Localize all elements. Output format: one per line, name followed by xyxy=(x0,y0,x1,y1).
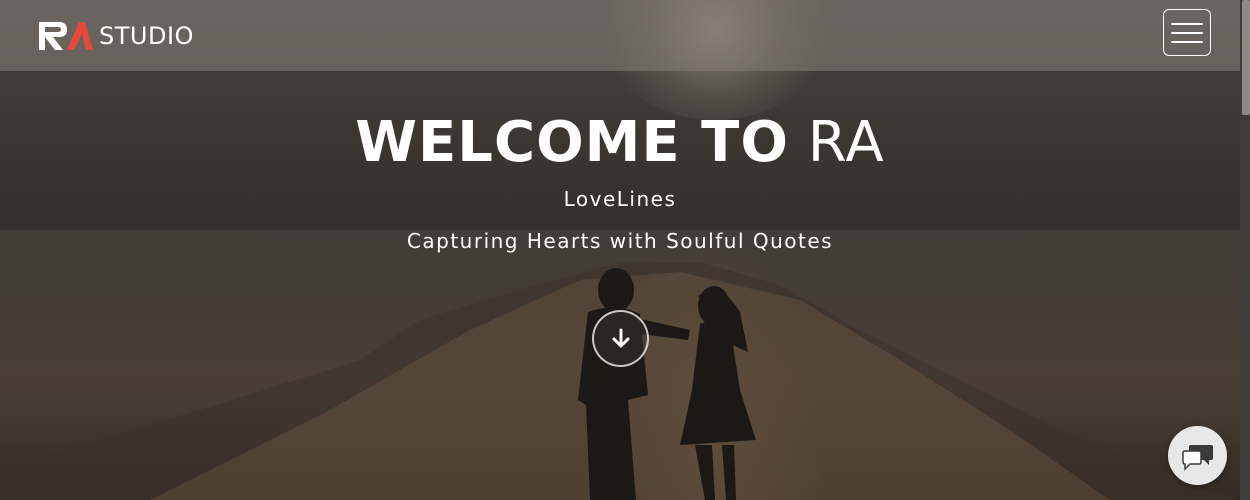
top-navbar: STUDIO xyxy=(0,0,1250,71)
menu-toggle-button[interactable] xyxy=(1163,9,1211,56)
brand-name: STUDIO xyxy=(99,22,194,50)
hamburger-menu-icon-line xyxy=(1171,31,1203,34)
hero-subtitle: LoveLines xyxy=(563,187,677,211)
ra-logo-icon xyxy=(39,22,93,50)
headline-bold-text: WELCOME TO xyxy=(355,110,789,175)
arrow-down-icon xyxy=(612,328,629,347)
headline-light-text: RA xyxy=(807,110,885,175)
hero-section: STUDIO WELCOME TO RA LoveLines Capturing… xyxy=(0,0,1250,500)
hamburger-menu-icon-line xyxy=(1171,40,1203,43)
page-scrollbar-thumb[interactable] xyxy=(1242,0,1250,115)
hamburger-menu-icon xyxy=(1171,22,1203,25)
scroll-down-button[interactable] xyxy=(592,310,649,367)
chat-bubbles-icon xyxy=(1181,444,1213,471)
chat-button[interactable] xyxy=(1168,426,1227,485)
hero-headline: WELCOME TO RA xyxy=(0,108,1240,178)
hero-tagline: Capturing Hearts with Soulful Quotes xyxy=(406,229,834,253)
brand-logo[interactable]: STUDIO xyxy=(37,20,194,52)
